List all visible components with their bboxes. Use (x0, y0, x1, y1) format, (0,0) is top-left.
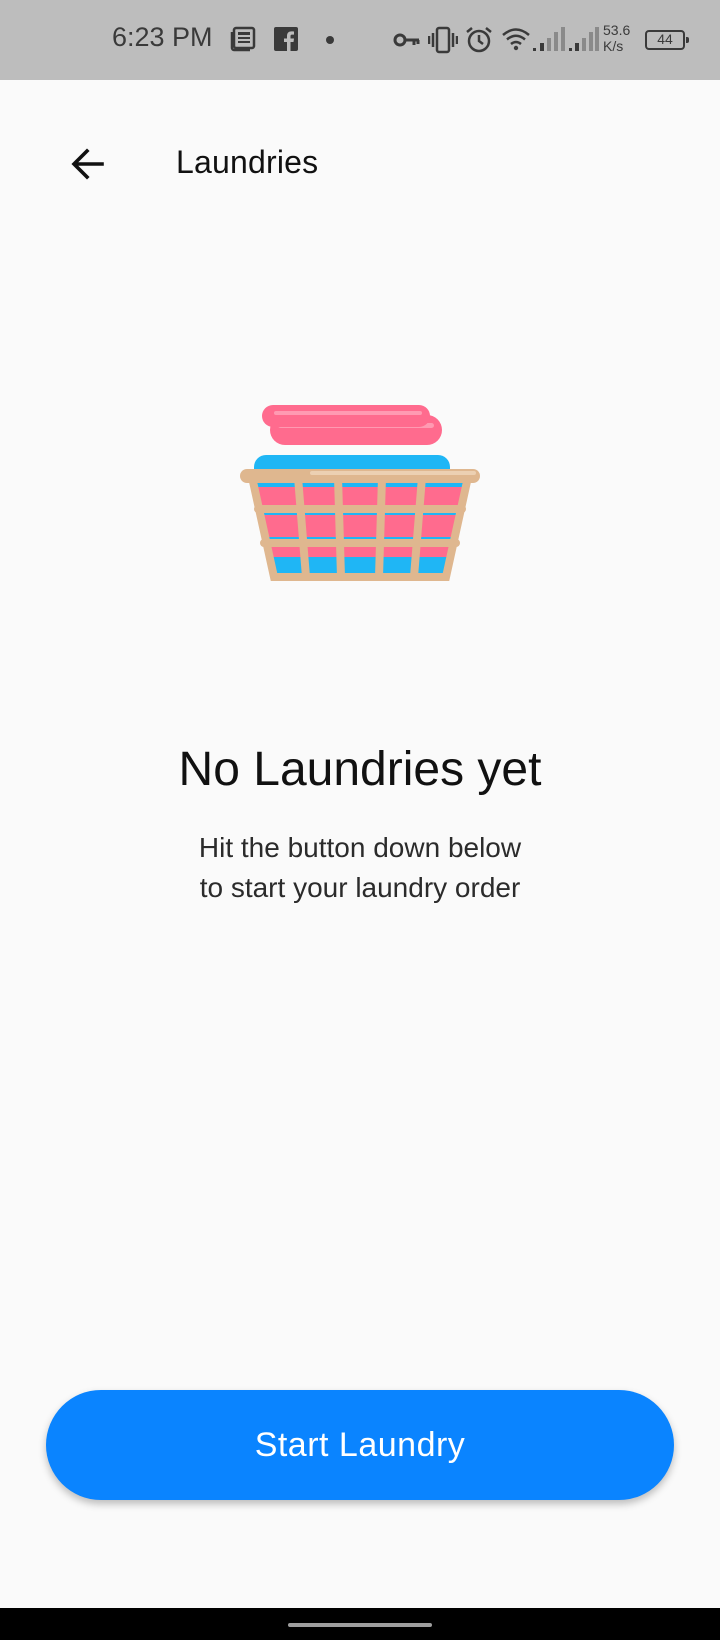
facebook-icon (274, 27, 298, 51)
status-time: 6:23 PM (112, 22, 213, 52)
page-title: Laundries (176, 144, 319, 180)
news-icon (230, 26, 256, 52)
subtitle-line: Hit the button down below (198, 832, 522, 863)
status-bar: 6:23 PM 53.6 K/s 44 (0, 0, 720, 80)
back-button[interactable] (58, 134, 118, 194)
empty-state-subtitle: Hit the button down below to start your … (0, 828, 720, 908)
signal-icon (569, 27, 599, 51)
battery-icon: 44 (645, 30, 689, 50)
battery-level: 44 (657, 31, 673, 47)
home-indicator[interactable] (288, 1623, 432, 1627)
net-speed-unit: K/s (603, 38, 624, 54)
vpn-key-icon (393, 33, 420, 47)
net-speed-value: 53.6 (603, 22, 631, 38)
start-laundry-button[interactable]: Start Laundry (46, 1390, 674, 1500)
wifi-icon (502, 28, 530, 51)
app-bar: Laundries (0, 80, 720, 256)
laundry-basket-icon (240, 405, 480, 581)
net-speed: 53.6 K/s (603, 22, 630, 54)
navigation-bar (0, 1608, 720, 1640)
empty-state-title: No Laundries yet (178, 743, 542, 796)
alarm-icon (466, 27, 492, 53)
dot-icon (326, 36, 334, 44)
arrow-left-icon (71, 148, 104, 180)
subtitle-line: to start your laundry order (199, 872, 521, 903)
vibrate-icon (428, 26, 458, 54)
signal-icon (533, 27, 565, 51)
